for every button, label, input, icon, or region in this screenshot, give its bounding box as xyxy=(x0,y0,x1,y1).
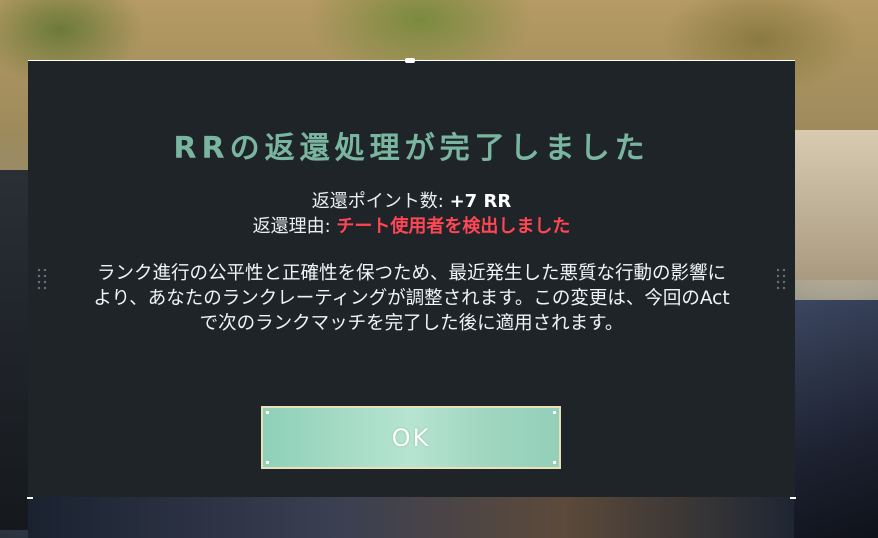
game-screen: RRの返還処理が完了しました 返還ポイント数: +7 RR 返還理由: チート使… xyxy=(0,0,878,538)
ok-button[interactable]: OK xyxy=(261,406,561,469)
dialog-corner-marker xyxy=(27,497,33,499)
rr-refund-dialog: RRの返還処理が完了しました 返還ポイント数: +7 RR 返還理由: チート使… xyxy=(27,58,796,499)
background-ground xyxy=(28,497,794,538)
dot-grid-decoration-right xyxy=(775,267,787,291)
ok-button-label: OK xyxy=(391,423,431,452)
refund-reason-line: 返還理由: チート使用者を検出しました xyxy=(28,214,795,239)
background-wall xyxy=(794,130,878,280)
dialog-description: ランク進行の公平性と正確性を保つため、最近発生した悪質な行動の影響により、あなた… xyxy=(93,263,730,334)
dialog-title: RRの返還処理が完了しました xyxy=(173,131,650,166)
refund-info: 返還ポイント数: +7 RR 返還理由: チート使用者を検出しました xyxy=(28,189,795,239)
dialog-top-notch xyxy=(405,58,415,63)
button-corner-dot xyxy=(266,411,269,414)
background-character xyxy=(0,170,30,530)
refund-points-value: +7 RR xyxy=(449,191,512,212)
button-corner-dot xyxy=(553,411,556,414)
refund-reason-label: 返還理由: xyxy=(252,216,337,237)
button-corner-dot xyxy=(553,461,556,464)
refund-reason-value: チート使用者を検出しました xyxy=(336,216,571,237)
background-vehicle xyxy=(794,300,878,538)
refund-points-label: 返還ポイント数: xyxy=(311,191,450,212)
refund-points-line: 返還ポイント数: +7 RR xyxy=(28,189,795,214)
dialog-corner-marker xyxy=(790,497,796,499)
button-corner-dot xyxy=(266,461,269,464)
dot-grid-decoration-left xyxy=(36,267,48,291)
